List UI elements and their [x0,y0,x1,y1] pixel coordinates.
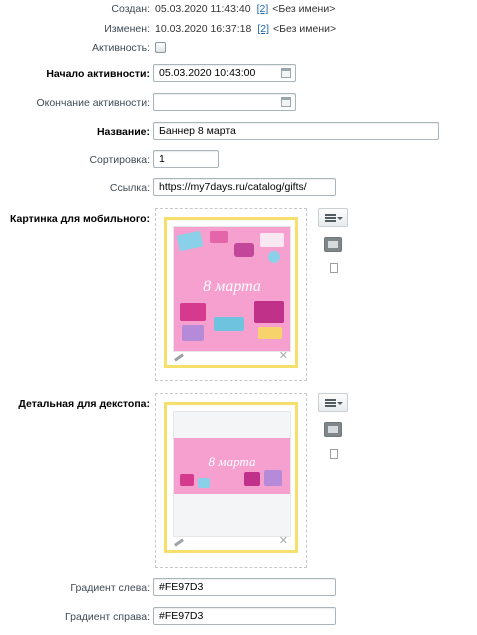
active-label: Активность: [91,42,150,54]
created-value: 05.03.2020 11:43:40 [2] <Без имени> [155,0,335,19]
active-row: Активность: [0,38,477,58]
gradient-left-label: Градиент слева: [70,582,150,594]
mobile-image-preview: 8 марта ✕ [164,217,298,368]
link-input[interactable]: https://my7days.ru/catalog/gifts/ [153,178,336,196]
mobile-image-menu-button[interactable] [318,208,348,227]
gradient-left-input[interactable]: #FE97D3 [153,578,336,596]
desktop-image-dropzone[interactable]: 8 марта ✕ [155,393,307,568]
pencil-icon[interactable] [174,538,184,547]
file-icon[interactable] [330,449,338,459]
link-label: Ссылка: [109,182,150,194]
start-date-value: 05.03.2020 10:43:00 [159,67,256,79]
created-user-link[interactable]: [2] [257,3,269,15]
modified-user-name: <Без имени> [273,23,337,35]
desktop-image-menu-button[interactable] [318,393,348,412]
pencil-icon[interactable] [174,353,184,362]
mobile-image-label: Картинка для мобильного: [10,213,150,225]
created-label: Создан: [111,3,150,15]
chevron-down-icon [337,402,343,405]
desktop-image-label: Детальная для декстопа: [18,398,150,410]
gradient-right-input[interactable]: #FE97D3 [153,607,336,625]
mobile-banner-title: 8 марта [203,278,261,295]
calendar-icon[interactable] [281,68,291,78]
close-icon[interactable]: ✕ [279,536,288,547]
modified-row: Изменен: 10.03.2020 16:37:18 [2] <Без имен… [0,19,477,39]
calendar-icon[interactable] [281,97,291,107]
link-row: Ссылка: https://my7days.ru/catalog/gifts… [0,178,477,198]
start-label: Начало активности: [46,68,150,80]
end-date-input[interactable] [153,93,296,111]
image-icon[interactable] [324,422,342,437]
chevron-down-icon [337,217,343,220]
file-icon[interactable] [330,263,338,273]
close-icon[interactable]: ✕ [279,351,288,362]
desktop-banner-image[interactable]: 8 марта [173,411,291,537]
active-checkbox[interactable] [155,42,166,53]
sort-input[interactable]: 1 [153,150,219,168]
desktop-banner-picture: 8 марта [174,412,290,536]
mobile-banner-image[interactable]: 8 марта [173,226,291,352]
menu-icon [325,214,336,222]
start-row: Начало активности: 05.03.2020 10:43:00 [0,64,477,84]
image-icon[interactable] [324,237,342,252]
modified-user-link[interactable]: [2] [257,23,269,35]
desktop-banner-title: 8 марта [209,454,256,469]
name-row: Название: Баннер 8 марта [0,122,477,142]
end-row: Окончание активности: [0,93,477,113]
start-date-input[interactable]: 05.03.2020 10:43:00 [153,64,296,82]
mobile-image-dropzone[interactable]: 8 марта ✕ [155,208,307,381]
modified-date: 10.03.2020 16:37:18 [155,23,252,35]
end-label: Окончание активности: [36,97,150,109]
created-row: Создан: 05.03.2020 11:43:40 [2] <Без имени… [0,0,477,19]
gradient-right-row: Градиент справа: #FE97D3 [0,607,477,627]
desktop-image-preview: 8 марта ✕ [164,402,298,553]
sort-row: Сортировка: 1 [0,150,477,170]
name-label: Название: [96,126,150,138]
modified-label: Изменен: [104,23,150,35]
modified-value: 10.03.2020 16:37:18 [2] <Без имени> [155,19,336,39]
mobile-banner-picture: 8 марта [174,227,290,351]
sort-label: Сортировка: [89,154,150,166]
created-date: 05.03.2020 11:43:40 [155,3,251,15]
gradient-right-label: Градиент справа: [65,611,150,623]
gradient-left-row: Градиент слева: #FE97D3 [0,578,477,598]
created-user-name: <Без имени> [272,3,336,15]
name-input[interactable]: Баннер 8 марта [153,122,439,140]
menu-icon [325,399,336,407]
